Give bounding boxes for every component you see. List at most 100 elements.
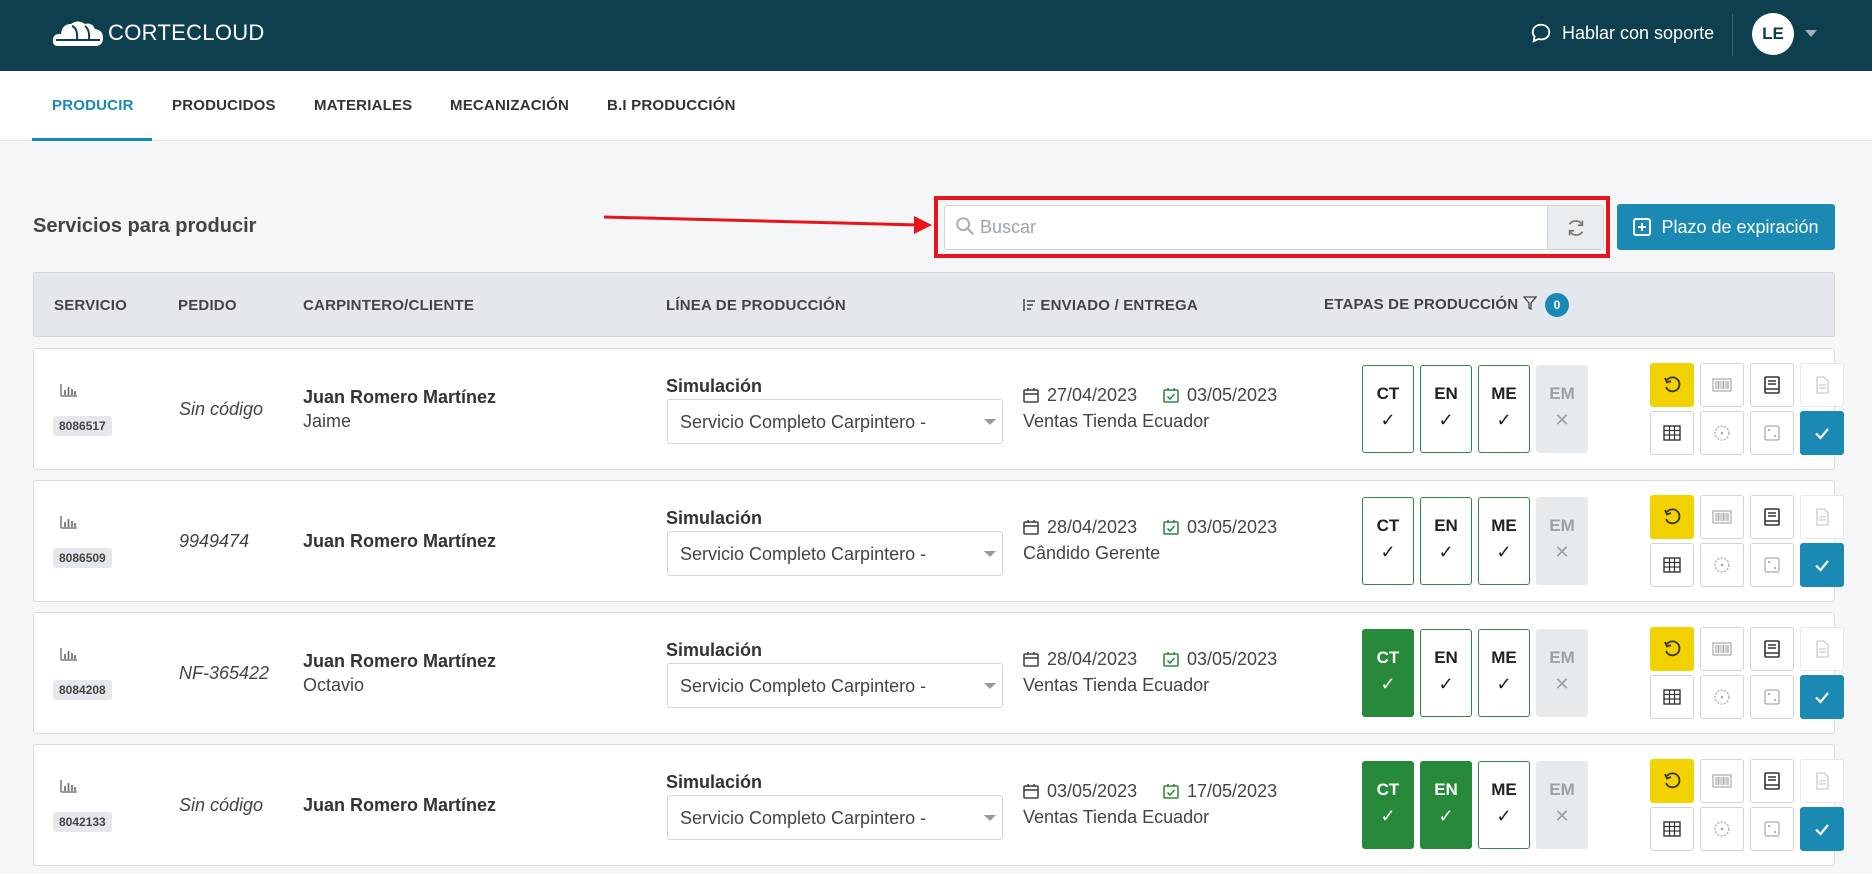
production-stage-ct[interactable]: CT ✓	[1362, 497, 1414, 585]
support-link[interactable]: Hablar con soporte	[1530, 22, 1714, 44]
chevron-down-icon[interactable]	[1805, 30, 1817, 37]
table-button[interactable]	[1650, 411, 1694, 455]
undo-icon	[1662, 375, 1682, 395]
barcode-button[interactable]	[1700, 363, 1744, 407]
undo-button[interactable]	[1650, 495, 1694, 539]
clock-button[interactable]	[1700, 411, 1744, 455]
document-button[interactable]	[1800, 627, 1844, 671]
check-button[interactable]	[1800, 543, 1844, 587]
production-stage-ct[interactable]: CT ✓	[1362, 761, 1414, 849]
cross-icon: ✕	[1554, 542, 1570, 562]
clock-button[interactable]	[1700, 543, 1744, 587]
table-button[interactable]	[1650, 543, 1694, 587]
production-stage-ct[interactable]: CT ✓	[1362, 629, 1414, 717]
chart-bars-icon[interactable]	[60, 515, 78, 529]
check-icon	[1812, 687, 1832, 707]
cross-icon: ✕	[1554, 410, 1570, 430]
production-stage-em[interactable]: EM ✕	[1536, 365, 1588, 453]
table-row[interactable]: 8086509 9949474 Juan Romero Martínez Simula…	[33, 480, 1844, 602]
service-id-badge[interactable]: 8084208	[53, 680, 112, 700]
filter-icon[interactable]	[1522, 296, 1538, 311]
logo[interactable]: CORTECLOUD	[52, 18, 265, 48]
chevron-down-icon[interactable]	[984, 815, 996, 821]
table-icon	[1662, 423, 1682, 443]
document-button[interactable]	[1800, 363, 1844, 407]
production-stage-en[interactable]: EN ✓	[1420, 761, 1472, 849]
tab-materiales[interactable]: MATERIALES	[314, 97, 412, 114]
chart-bars-icon[interactable]	[60, 647, 78, 661]
document-button[interactable]	[1800, 759, 1844, 803]
dice-button[interactable]	[1750, 411, 1794, 455]
production-stage-em[interactable]: EM ✕	[1536, 629, 1588, 717]
undo-button[interactable]	[1650, 627, 1694, 671]
barcode-button[interactable]	[1700, 759, 1744, 803]
production-line-label: Simulación	[666, 772, 763, 792]
active-tab-indicator	[32, 138, 152, 141]
column-header-pedido[interactable]: PEDIDO	[178, 297, 237, 314]
production-stage-me[interactable]: ME ✓	[1478, 761, 1530, 849]
column-header-etapas[interactable]: ETAPAS DE PRODUCCIÓN 0	[1324, 293, 1570, 317]
production-stage-en[interactable]: EN ✓	[1420, 497, 1472, 585]
book-button[interactable]	[1750, 495, 1794, 539]
check-button[interactable]	[1800, 807, 1844, 851]
chevron-down-icon[interactable]	[984, 419, 996, 425]
tab-producir[interactable]: PRODUCIR	[52, 97, 134, 114]
table-button[interactable]	[1650, 675, 1694, 719]
column-header-linea[interactable]: LÍNEA DE PRODUCCIÓN	[666, 297, 846, 314]
production-stage-en[interactable]: EN ✓	[1420, 629, 1472, 717]
production-stage-me[interactable]: ME ✓	[1478, 497, 1530, 585]
table-button[interactable]	[1650, 807, 1694, 851]
production-stage-en[interactable]: EN ✓	[1420, 365, 1472, 453]
production-line-select[interactable]: Servicio Completo Carpintero -	[667, 663, 1003, 708]
production-stage-me[interactable]: ME ✓	[1478, 365, 1530, 453]
barcode-button[interactable]	[1700, 495, 1744, 539]
table-row[interactable]: 8042133 Sin código Juan Romero Martínez Sim…	[33, 744, 1844, 866]
production-line-select[interactable]: Servicio Completo Carpintero -	[667, 795, 1003, 840]
undo-button[interactable]	[1650, 363, 1694, 407]
service-id-badge[interactable]: 8086517	[53, 416, 112, 436]
tab-producidos[interactable]: PRODUCIDOS	[172, 97, 276, 114]
column-header-cliente[interactable]: CARPINTERO/CLIENTE	[303, 297, 474, 314]
tab-bi-produccion[interactable]: B.I PRODUCCIÓN	[607, 97, 736, 114]
chevron-down-icon[interactable]	[984, 551, 996, 557]
sort-icon	[1023, 299, 1035, 311]
service-id-badge[interactable]: 8042133	[53, 812, 112, 832]
order-code: Sin código	[179, 795, 264, 815]
column-header-servicio[interactable]: SERVICIO	[54, 297, 127, 314]
production-line-select[interactable]: Servicio Completo Carpintero -	[667, 399, 1003, 444]
client-sub-name: Octavio	[303, 675, 365, 695]
clock-button[interactable]	[1700, 807, 1744, 851]
tab-mecanizacion[interactable]: MECANIZACIÓN	[450, 97, 569, 114]
document-button[interactable]	[1800, 495, 1844, 539]
undo-icon	[1662, 507, 1682, 527]
check-button[interactable]	[1800, 675, 1844, 719]
production-stage-me[interactable]: ME ✓	[1478, 629, 1530, 717]
production-stage-em[interactable]: EM ✕	[1536, 497, 1588, 585]
check-button[interactable]	[1800, 411, 1844, 455]
service-id-badge[interactable]: 8086509	[53, 548, 112, 568]
support-label: Hablar con soporte	[1562, 22, 1715, 43]
undo-button[interactable]	[1650, 759, 1694, 803]
dice-button[interactable]	[1750, 807, 1794, 851]
production-line-select[interactable]: Servicio Completo Carpintero -	[667, 531, 1003, 576]
dice-button[interactable]	[1750, 675, 1794, 719]
expiration-button[interactable]: Plazo de expiración	[1617, 204, 1835, 250]
user-avatar[interactable]: LE	[1752, 13, 1794, 55]
table-row[interactable]: 8084208 NF-365422 Juan Romero Martínez Octa…	[33, 612, 1844, 734]
column-header-enviado[interactable]: ENVIADO / ENTREGA	[1022, 297, 1198, 314]
chart-bars-icon[interactable]	[60, 779, 78, 793]
book-button[interactable]	[1750, 627, 1794, 671]
book-button[interactable]	[1750, 363, 1794, 407]
production-stage-em[interactable]: EM ✕	[1536, 761, 1588, 849]
book-button[interactable]	[1750, 759, 1794, 803]
dice-button[interactable]	[1750, 543, 1794, 587]
production-stage-ct[interactable]: CT ✓	[1362, 365, 1414, 453]
chevron-down-icon[interactable]	[984, 683, 996, 689]
delivery-date-value: 03/05/2023	[1187, 517, 1278, 537]
clock-button[interactable]	[1700, 675, 1744, 719]
chart-bars-icon[interactable]	[60, 383, 78, 397]
book-icon	[1762, 639, 1782, 659]
barcode-button[interactable]	[1700, 627, 1744, 671]
production-line-label: Simulación	[666, 508, 763, 528]
table-row[interactable]: 8086517 Sin código Juan Romero Martínez Jai…	[33, 348, 1844, 470]
